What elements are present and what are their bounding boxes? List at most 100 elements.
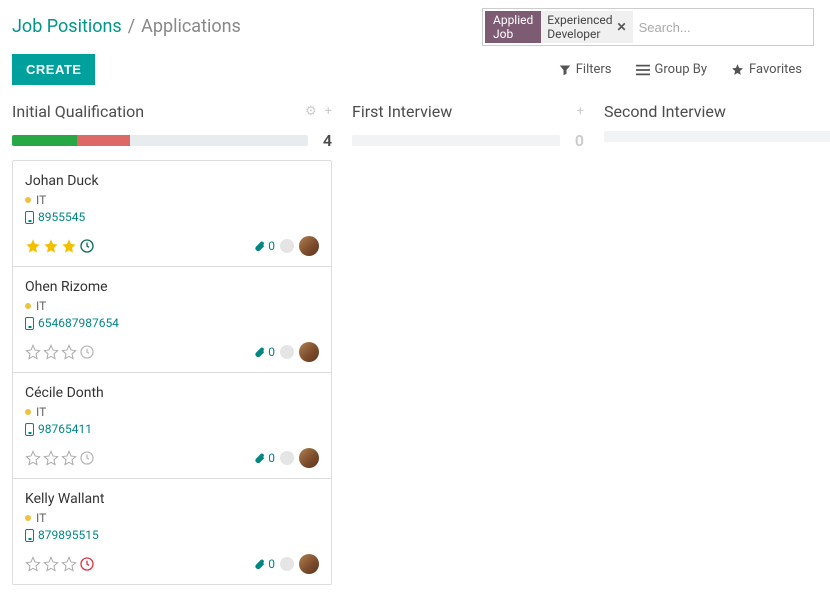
tag-dot — [25, 409, 31, 415]
phone-icon — [25, 529, 34, 542]
filters-label: Filters — [576, 62, 612, 77]
breadcrumb-current: Applications — [141, 16, 241, 37]
favorites-button[interactable]: Favorites — [731, 62, 802, 77]
star-icon[interactable] — [43, 450, 59, 466]
kanban-card[interactable]: Cécile Donth IT 98765411 0 — [13, 373, 331, 479]
star-icon — [731, 63, 744, 76]
avatar[interactable] — [299, 342, 319, 362]
search-facet: Applied Job Experienced Developer ✕ — [485, 11, 633, 43]
breadcrumb-separator: / — [128, 16, 135, 37]
avatar[interactable] — [299, 236, 319, 256]
paperclip-icon — [253, 452, 266, 465]
progress-bar — [352, 135, 560, 146]
create-button[interactable]: CREATE — [12, 54, 95, 85]
department-tag: IT — [25, 405, 319, 419]
progress-bar — [604, 131, 830, 142]
group-by-label: Group By — [655, 62, 708, 77]
phone-icon — [25, 317, 34, 330]
avatar[interactable] — [299, 554, 319, 574]
column-count: 0 — [568, 131, 584, 150]
star-icon[interactable] — [61, 238, 77, 254]
star-icon[interactable] — [43, 344, 59, 360]
phone-row: 654687987654 — [25, 316, 319, 330]
facet-value-text: Experienced Developer — [547, 13, 612, 41]
paperclip-icon — [253, 558, 266, 571]
column-title: Initial Qualification — [12, 102, 305, 121]
clock-icon[interactable] — [79, 238, 95, 254]
applicant-name: Johan Duck — [25, 173, 319, 189]
kanban-column: Second Interview — [604, 97, 830, 585]
filters-button[interactable]: Filters — [559, 62, 612, 77]
filter-icon — [559, 64, 571, 76]
close-icon[interactable]: ✕ — [617, 20, 627, 34]
priority-stars[interactable] — [25, 556, 95, 572]
breadcrumb: Job Positions / Applications — [12, 8, 241, 37]
status-dot[interactable] — [280, 345, 294, 359]
phone-row: 8955545 — [25, 210, 319, 224]
group-by-button[interactable]: Group By — [636, 62, 708, 77]
status-dot[interactable] — [280, 451, 294, 465]
applicant-name: Cécile Donth — [25, 385, 319, 401]
star-icon[interactable] — [61, 556, 77, 572]
phone-icon — [25, 423, 34, 436]
star-icon[interactable] — [61, 344, 77, 360]
gear-icon[interactable]: ⚙ — [305, 104, 317, 119]
attachment-count[interactable]: 0 — [253, 451, 275, 465]
plus-icon[interactable]: + — [577, 104, 584, 119]
priority-stars[interactable] — [25, 344, 95, 360]
star-icon[interactable] — [43, 238, 59, 254]
priority-stars[interactable] — [25, 450, 95, 466]
facet-label: Applied Job — [485, 11, 541, 43]
star-icon[interactable] — [25, 344, 41, 360]
priority-stars[interactable] — [25, 238, 95, 254]
star-icon[interactable] — [25, 450, 41, 466]
attachment-count[interactable]: 0 — [253, 239, 275, 253]
phone-row: 98765411 — [25, 422, 319, 436]
phone-icon — [25, 211, 34, 224]
department-tag: IT — [25, 193, 319, 207]
department-tag: IT — [25, 299, 319, 313]
clock-icon[interactable] — [79, 450, 95, 466]
kanban-card[interactable]: Ohen Rizome IT 654687987654 0 — [13, 267, 331, 373]
applicant-name: Kelly Wallant — [25, 491, 319, 507]
progress-success[interactable] — [12, 135, 77, 146]
attachment-count[interactable]: 0 — [253, 345, 275, 359]
tag-dot — [25, 303, 31, 309]
status-dot[interactable] — [280, 557, 294, 571]
column-title: First Interview — [352, 102, 577, 121]
phone-link[interactable]: 98765411 — [38, 422, 92, 436]
tag-dot — [25, 197, 31, 203]
paperclip-icon — [253, 240, 266, 253]
star-icon[interactable] — [25, 556, 41, 572]
star-icon[interactable] — [25, 238, 41, 254]
phone-link[interactable]: 879895515 — [38, 528, 99, 542]
tag-dot — [25, 515, 31, 521]
star-icon[interactable] — [61, 450, 77, 466]
kanban-card[interactable]: Kelly Wallant IT 879895515 0 — [13, 479, 331, 584]
progress-danger[interactable] — [77, 135, 130, 146]
progress-bar — [12, 135, 308, 146]
department-tag: IT — [25, 511, 319, 525]
kanban-card[interactable]: Johan Duck IT 8955545 0 — [13, 161, 331, 267]
attachment-count[interactable]: 0 — [253, 557, 275, 571]
clock-icon[interactable] — [79, 556, 95, 572]
list-icon — [636, 64, 650, 76]
phone-link[interactable]: 8955545 — [38, 210, 85, 224]
star-icon[interactable] — [43, 556, 59, 572]
column-count: 4 — [316, 131, 332, 150]
applicant-name: Ohen Rizome — [25, 279, 319, 295]
paperclip-icon — [253, 346, 266, 359]
avatar[interactable] — [299, 448, 319, 468]
favorites-label: Favorites — [749, 62, 802, 77]
plus-icon[interactable]: + — [325, 104, 332, 119]
phone-link[interactable]: 654687987654 — [38, 316, 119, 330]
phone-row: 879895515 — [25, 528, 319, 542]
card-list: Johan Duck IT 8955545 0 Ohen Rizome IT — [12, 160, 332, 585]
clock-icon[interactable] — [79, 344, 95, 360]
kanban-column: Initial Qualification ⚙ + 4 Johan Duck I… — [12, 97, 332, 585]
breadcrumb-parent-link[interactable]: Job Positions — [12, 16, 122, 37]
search-bar[interactable]: Applied Job Experienced Developer ✕ — [482, 8, 814, 46]
search-input[interactable] — [635, 18, 819, 37]
facet-value: Experienced Developer ✕ — [541, 11, 632, 43]
status-dot[interactable] — [280, 239, 294, 253]
